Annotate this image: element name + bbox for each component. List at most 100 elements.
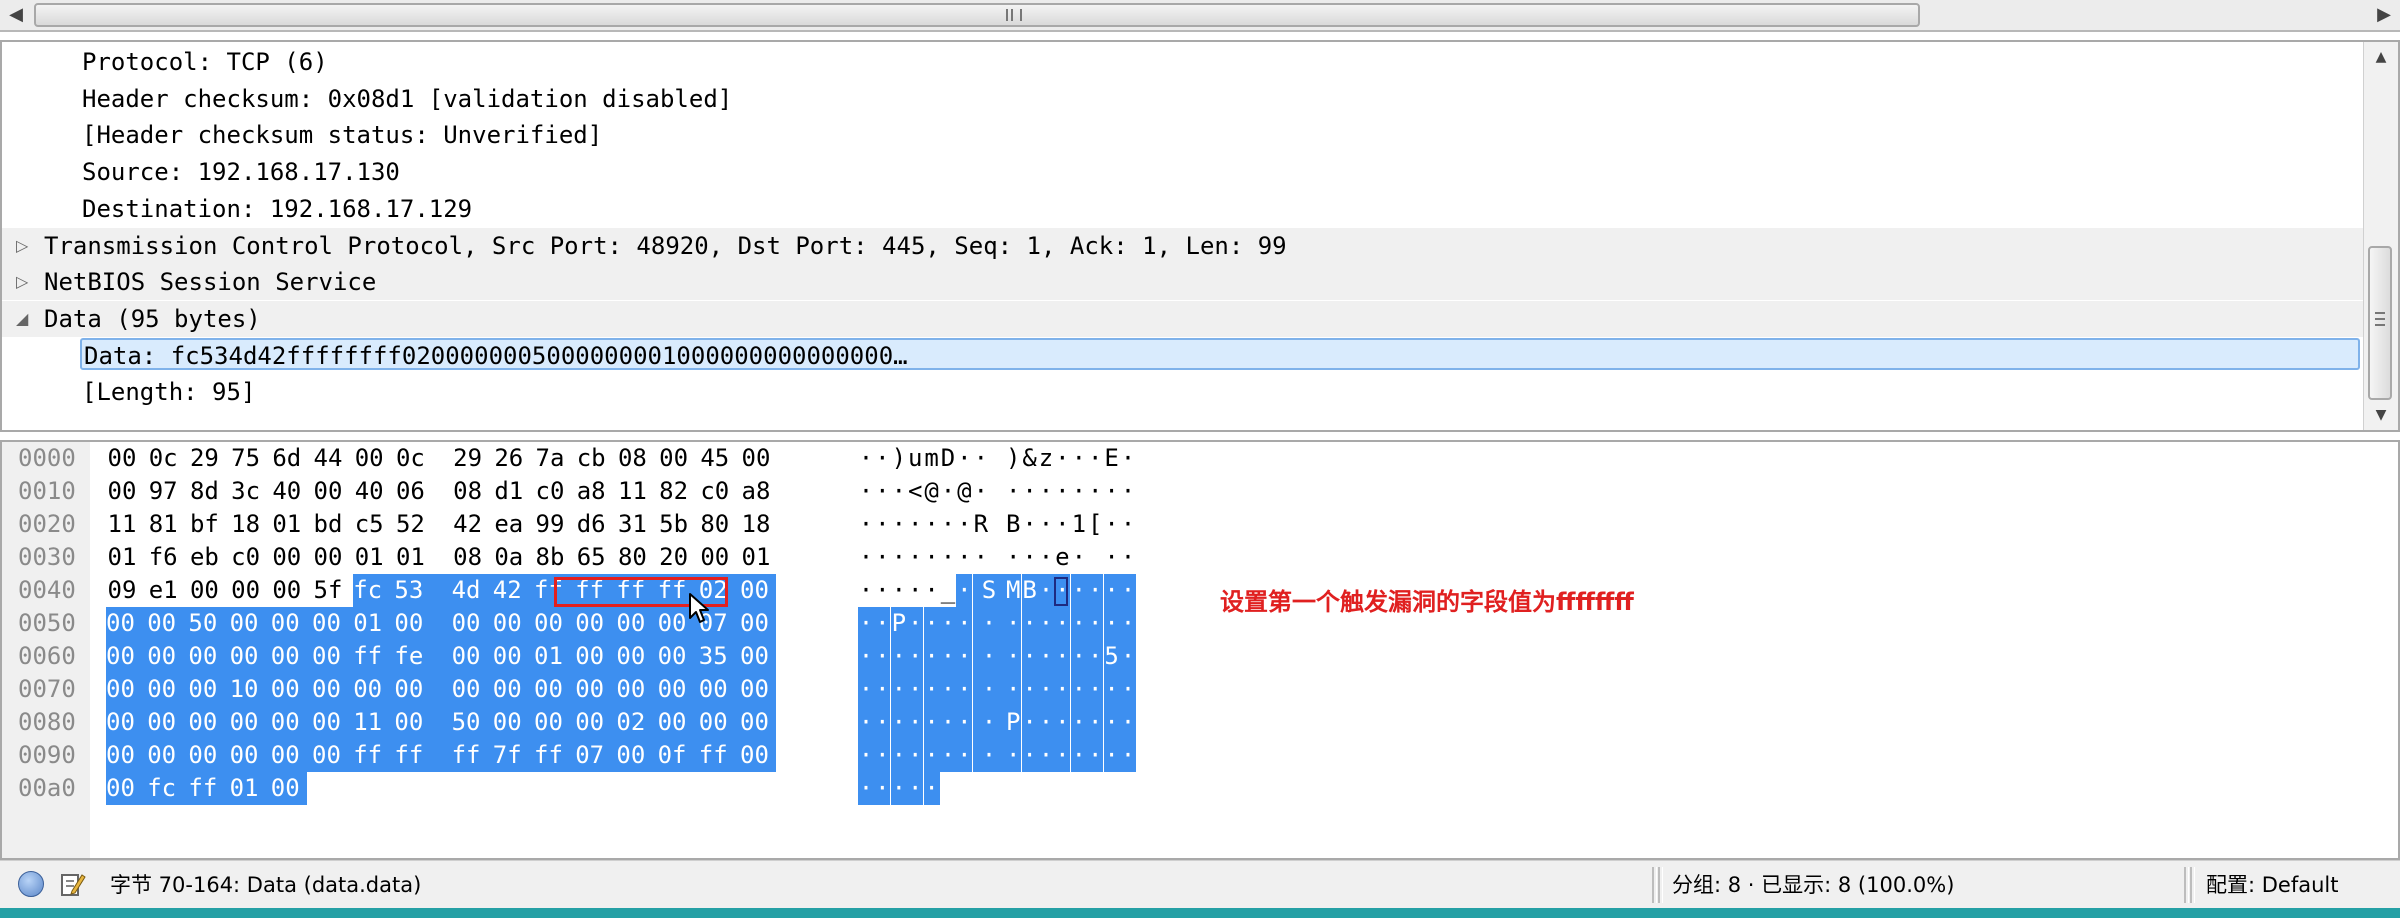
ascii-char[interactable]: · xyxy=(1005,541,1021,574)
hex-byte[interactable]: 00 xyxy=(188,673,230,706)
hex-byte[interactable]: 29 xyxy=(452,442,484,475)
hex-byte[interactable]: 01 xyxy=(353,607,395,640)
ascii-char[interactable]: @ xyxy=(956,475,972,508)
hex-byte[interactable]: 09 xyxy=(106,574,138,607)
hex-byte[interactable]: 42 xyxy=(492,574,534,607)
ascii-char[interactable]: · xyxy=(1087,442,1103,475)
vertical-scroll-thumb[interactable] xyxy=(2368,246,2392,400)
hex-byte[interactable]: 00 xyxy=(229,739,271,772)
hex-byte[interactable]: 00 xyxy=(451,640,493,673)
hex-byte[interactable]: c5 xyxy=(353,508,385,541)
hex-byte[interactable]: 00 xyxy=(188,574,220,607)
tree-item[interactable]: [Length: 95] xyxy=(2,374,2364,410)
hex-row[interactable]: 0050 00 00 50 00 00 00 01 00 00 00 00 00 00 00 07 00 · · P ·… xyxy=(2,607,1202,640)
hex-byte[interactable]: 6d xyxy=(271,442,303,475)
hex-byte[interactable]: 00 xyxy=(312,640,354,673)
ascii-char[interactable]: · xyxy=(907,706,924,739)
ascii-char[interactable]: · xyxy=(1021,706,1038,739)
ascii-char[interactable]: · xyxy=(1120,574,1136,607)
hex-byte[interactable]: 00 xyxy=(106,673,148,706)
ascii-char[interactable]: · xyxy=(874,706,891,739)
ascii-char[interactable]: e xyxy=(1054,541,1070,574)
ascii-char[interactable]: · xyxy=(1038,673,1054,706)
hex-byte[interactable]: 0c xyxy=(147,442,179,475)
expert-info-icon[interactable] xyxy=(18,871,44,897)
ascii-char[interactable]: 5 xyxy=(1103,640,1120,673)
hex-byte[interactable]: 06 xyxy=(394,475,426,508)
hex-byte[interactable]: 00 xyxy=(229,706,271,739)
hex-byte[interactable]: 8b xyxy=(534,541,566,574)
hex-byte[interactable]: 35 xyxy=(698,640,740,673)
ascii-char[interactable]: · xyxy=(1070,607,1087,640)
ascii-char[interactable]: · xyxy=(956,508,972,541)
hex-byte[interactable]: 08 xyxy=(616,442,648,475)
ascii-char[interactable]: · xyxy=(940,706,956,739)
hex-byte[interactable]: 00 xyxy=(394,673,452,706)
hex-byte[interactable]: 80 xyxy=(699,508,731,541)
hex-byte[interactable]: 5b xyxy=(658,508,690,541)
hex-byte[interactable]: 00 xyxy=(492,673,534,706)
hex-byte[interactable]: ff xyxy=(534,739,576,772)
tree-item[interactable]: Protocol: TCP (6) xyxy=(2,44,2364,80)
ascii-char[interactable]: · xyxy=(858,541,874,574)
tree-item[interactable]: ▷ Transmission Control Protocol, Src Port… xyxy=(2,227,2364,264)
hex-byte[interactable]: 00 xyxy=(270,673,312,706)
ascii-char[interactable]: · xyxy=(1021,673,1038,706)
ascii-char[interactable]: · xyxy=(890,673,907,706)
ascii-char[interactable]: · xyxy=(1104,475,1120,508)
ascii-char[interactable]: & xyxy=(1022,442,1038,475)
hex-byte[interactable]: 50 xyxy=(188,607,230,640)
ascii-char[interactable]: · xyxy=(940,508,956,541)
ascii-char[interactable]: · xyxy=(972,607,1006,640)
ascii-char[interactable]: ) xyxy=(891,442,907,475)
ascii-char[interactable]: · xyxy=(1005,673,1022,706)
hex-byte[interactable]: 00 xyxy=(353,442,385,475)
hex-byte[interactable]: 00 xyxy=(534,706,576,739)
ascii-char[interactable]: · xyxy=(1005,640,1022,673)
ascii-char[interactable]: · xyxy=(1120,541,1136,574)
ascii-char[interactable]: · xyxy=(1104,541,1120,574)
hex-byte[interactable]: 26 xyxy=(493,442,525,475)
hex-byte[interactable]: 40 xyxy=(271,475,303,508)
scroll-right-icon[interactable]: ▶ xyxy=(2368,0,2400,30)
tree-item[interactable]: Source: 192.168.17.130 xyxy=(2,154,2364,190)
ascii-char[interactable]: · xyxy=(1054,475,1070,508)
hex-byte[interactable]: 01 xyxy=(229,772,271,805)
ascii-char[interactable]: · xyxy=(1021,640,1038,673)
hex-byte[interactable]: 5f xyxy=(312,574,344,607)
hex-byte[interactable]: 00 xyxy=(188,706,230,739)
ascii-char[interactable]: · xyxy=(1054,607,1071,640)
ascii-char[interactable]: · xyxy=(858,574,874,607)
hex-byte[interactable]: 81 xyxy=(147,508,179,541)
ascii-char[interactable]: · xyxy=(1087,706,1104,739)
hex-byte[interactable]: 00 xyxy=(312,475,344,508)
ascii-char[interactable]: · xyxy=(923,739,940,772)
ascii-char[interactable]: · xyxy=(1120,673,1136,706)
ascii-char[interactable]: E xyxy=(1104,442,1120,475)
hex-row[interactable]: 0090 00 00 00 00 00 00 ff ff ff 7f ff 07 00 0f ff 00 · · · ·… xyxy=(2,739,1202,772)
hex-byte[interactable]: 4d xyxy=(451,574,493,607)
ascii-char[interactable]: · xyxy=(973,442,989,475)
hex-byte[interactable]: 00 xyxy=(353,673,395,706)
ascii-char[interactable]: · xyxy=(1087,607,1104,640)
hex-byte[interactable]: 00 xyxy=(270,640,312,673)
ascii-char[interactable]: ) xyxy=(1005,442,1021,475)
edit-comment-icon[interactable] xyxy=(60,871,86,897)
hex-byte[interactable]: 00 xyxy=(698,673,740,706)
ascii-char[interactable]: · xyxy=(874,673,891,706)
hex-byte[interactable]: 00 xyxy=(106,706,148,739)
hex-byte[interactable]: 00 xyxy=(740,640,776,673)
hex-byte[interactable]: 20 xyxy=(658,541,690,574)
ascii-char[interactable]: · xyxy=(972,640,1006,673)
ascii-char[interactable]: · xyxy=(956,541,972,574)
hex-byte[interactable]: 01 xyxy=(271,508,303,541)
ascii-char[interactable]: · xyxy=(1103,607,1120,640)
hex-byte[interactable]: 01 xyxy=(394,541,426,574)
hex-byte[interactable]: ea xyxy=(493,508,525,541)
hex-byte[interactable]: fe xyxy=(394,640,452,673)
hex-byte[interactable]: 50 xyxy=(451,706,493,739)
hex-byte[interactable]: 75 xyxy=(230,442,262,475)
ascii-char[interactable]: · xyxy=(858,475,874,508)
hex-byte[interactable]: 00 xyxy=(147,739,189,772)
ascii-char[interactable]: · xyxy=(940,739,956,772)
